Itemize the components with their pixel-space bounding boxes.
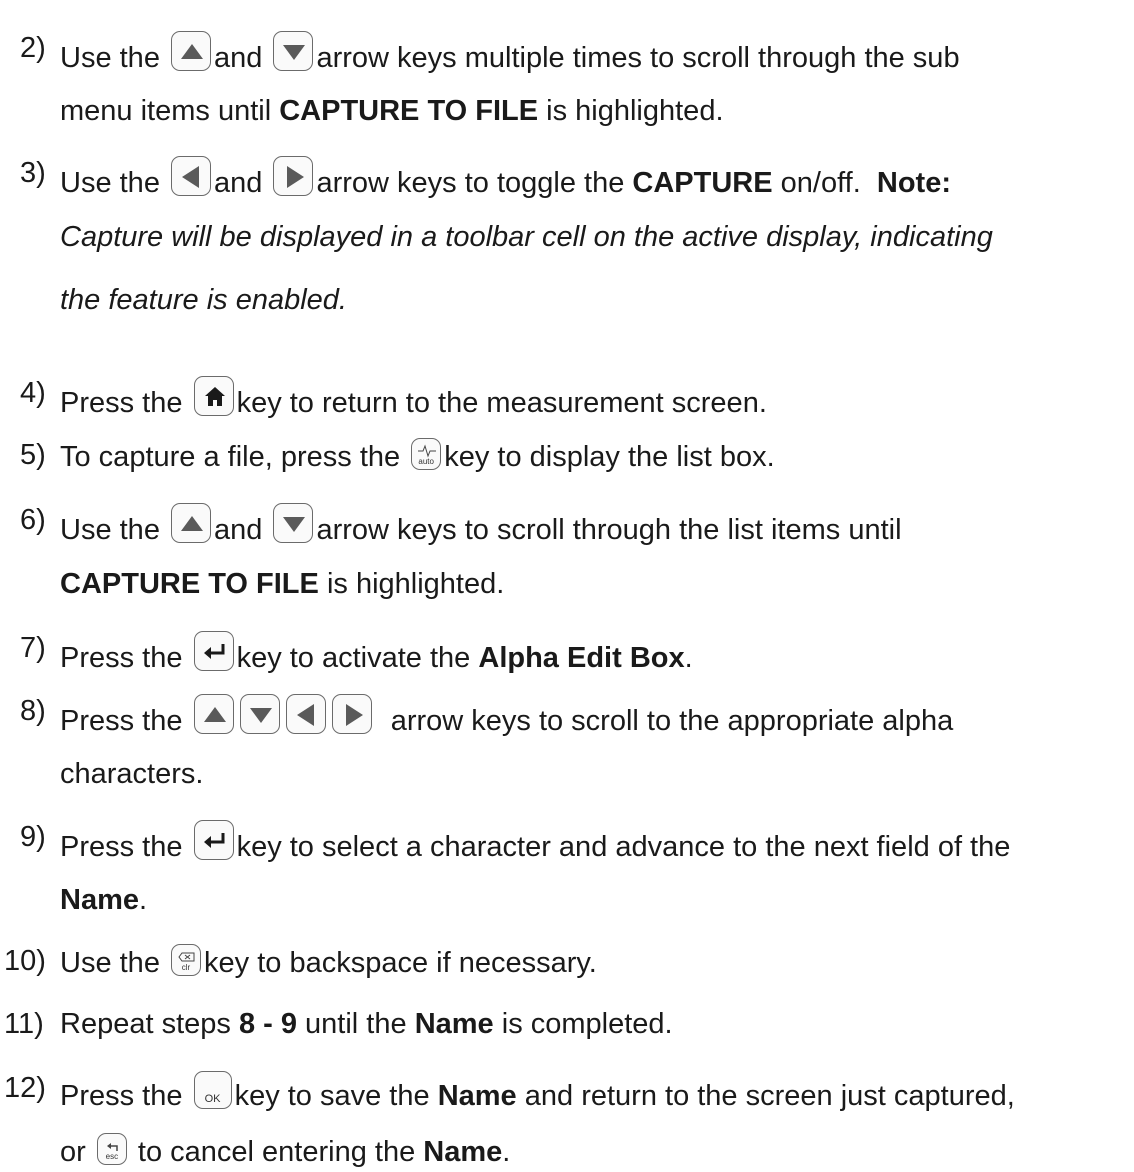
- step-3-note-line-1: Capture will be displayed in a toolbar c…: [60, 221, 993, 253]
- down-arrow-key-icon: [273, 503, 314, 543]
- ok-key-icon: OK: [193, 1071, 232, 1109]
- down-arrow-key-icon: [239, 694, 280, 734]
- clr-key-icon: clr: [171, 944, 202, 976]
- step-9-continued: Name.: [60, 884, 148, 916]
- up-arrow-key-icon: [171, 503, 212, 543]
- down-arrow-key-icon: [273, 31, 314, 71]
- up-arrow-key-icon: [171, 31, 212, 71]
- right-arrow-key-icon: [331, 694, 372, 734]
- step-3-note-line-2: the feature is enabled.: [60, 284, 347, 316]
- auto-key-icon: auto: [411, 438, 442, 470]
- right-arrow-key-icon: [273, 156, 314, 196]
- enter-key-icon: [193, 631, 234, 671]
- step-8-continued: characters.: [60, 758, 204, 790]
- left-arrow-key-icon: [285, 694, 326, 734]
- step-12-continued: or esc to cancel entering the Name.: [60, 1133, 510, 1169]
- step-2-continued: menu items until CAPTURE TO FILE is high…: [60, 95, 724, 127]
- step-6-continued: CAPTURE TO FILE is highlighted.: [60, 568, 505, 600]
- esc-key-icon: esc: [96, 1133, 127, 1165]
- up-arrow-key-icon: [193, 694, 234, 734]
- enter-key-icon: [193, 820, 234, 860]
- home-key-icon: [193, 376, 234, 416]
- left-arrow-key-icon: [171, 156, 212, 196]
